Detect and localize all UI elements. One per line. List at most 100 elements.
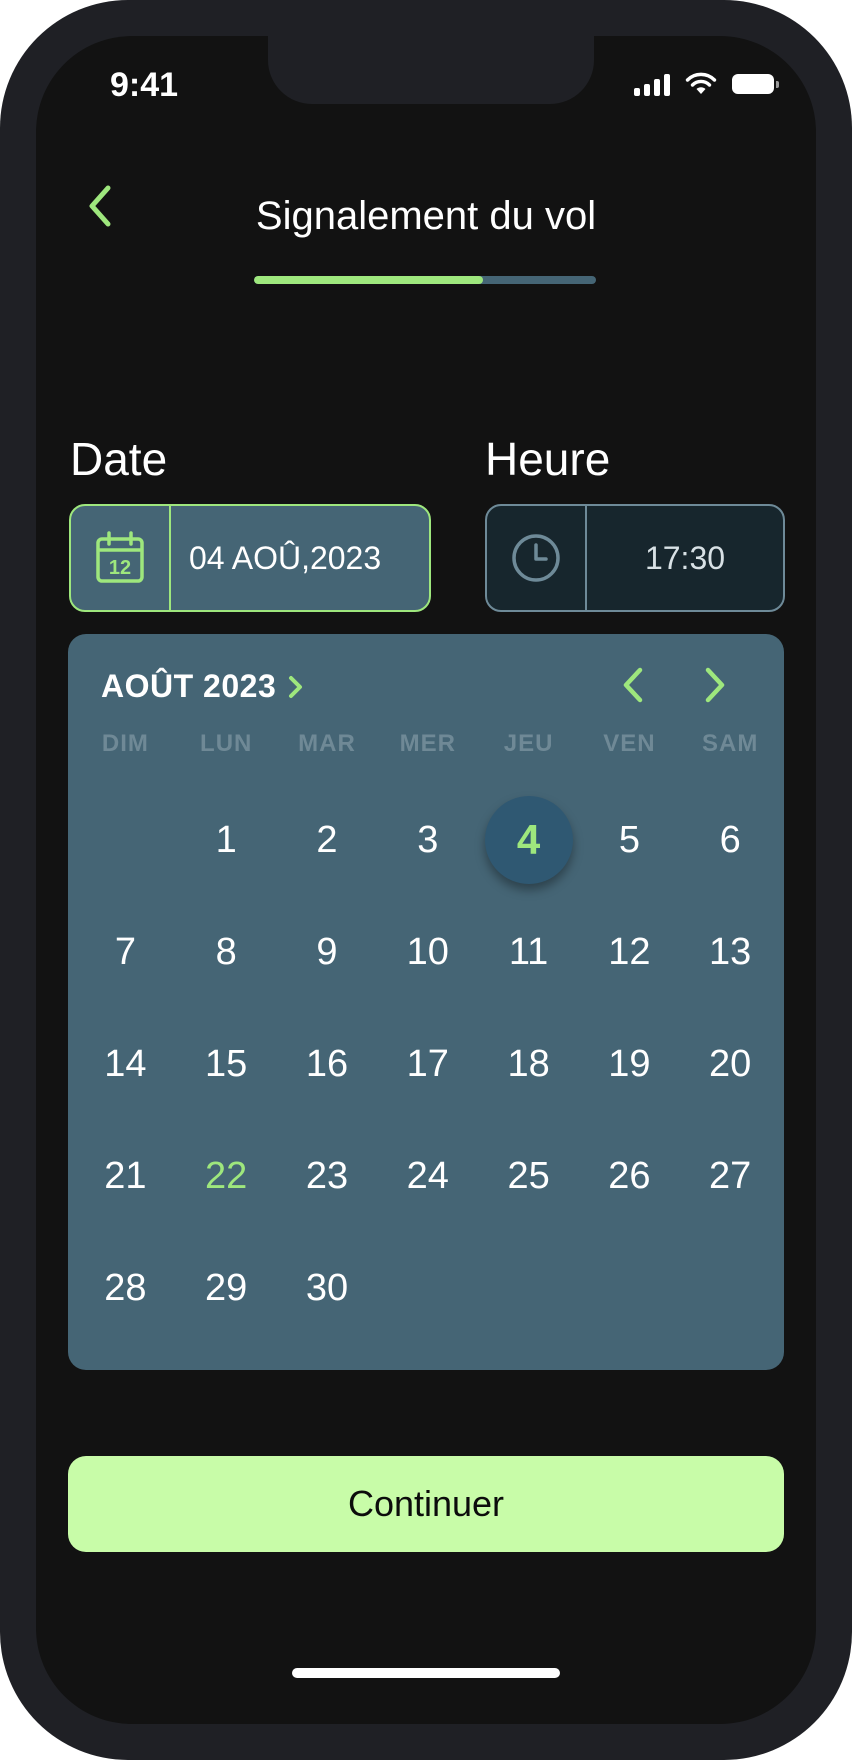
calendar-day[interactable]: 14 [75,1008,176,1120]
calendar-day-number: 13 [709,930,752,973]
calendar-day[interactable]: 26 [579,1120,680,1232]
calendar-day-number: 15 [205,1042,248,1085]
calendar-day-number: 16 [305,1042,349,1085]
calendar-day-number: 6 [719,818,741,861]
calendar-day-number: 17 [406,1042,449,1085]
calendar-day-number: 12 [608,930,651,973]
calendar-day-number: 19 [608,1042,651,1085]
calendar-day-number: 1 [215,818,237,861]
calendar-day[interactable]: 12 [579,896,680,1008]
weekday-label: VEN [603,730,656,757]
calendar-day[interactable]: 21 [75,1120,176,1232]
date-field[interactable]: 12 04 AOÛ,2023 [69,504,431,612]
previous-month-button[interactable] [614,662,654,708]
calendar-day[interactable]: 2 [277,784,378,896]
calendar-day-grid: 1 2 3 4 5 6 7 8 9 10 11 12 13 14 15 16 17 18 19 20 21 22 23 24 2… [75,784,781,1344]
status-time: 9:41 [110,66,179,104]
calendar-day-number: 8 [215,930,237,973]
weekday-label: SAM [702,730,759,757]
page-title: Signalement du vol [255,194,597,238]
calendar-day[interactable]: 1 [176,784,277,896]
chevron-right-icon [289,675,303,698]
weekday-label: DIM [101,730,149,757]
calendar-panel: AOÛT 2023 DIM LUN MAR MER JEU VEN SAM 12345678… [68,634,784,1370]
time-field-icon-box [487,506,587,610]
calendar-day[interactable]: 15 [176,1008,277,1120]
step-progress-bar [254,276,596,284]
calendar-day-number: 4 [516,816,541,863]
calendar-day[interactable]: 29 [176,1232,277,1344]
calendar-day[interactable]: 5 [579,784,680,896]
chevron-left-icon [623,667,643,703]
calendar-day[interactable]: 28 [75,1232,176,1344]
cellular-signal-icon [634,72,670,96]
calendar-day-number: 9 [316,930,338,973]
continue-button[interactable]: Continuer [68,1456,784,1552]
calendar-day-number: 18 [507,1042,550,1085]
calendar-day-number: 22 [205,1154,248,1197]
status-icons [634,72,779,96]
calendar-day[interactable]: 13 [680,896,781,1008]
calendar-day-number: 29 [205,1266,248,1309]
calendar-day-number: 28 [104,1266,147,1309]
calendar-day[interactable]: 19 [579,1008,680,1120]
device-notch [268,36,594,104]
date-label: Date [70,433,168,485]
calendar-day[interactable]: 25 [478,1120,579,1232]
svg-text:12: 12 [109,557,131,579]
calendar-day[interactable]: 11 [478,896,579,1008]
chevron-right-icon [705,667,725,703]
calendar-day-number: 21 [104,1154,147,1197]
calendar-empty-cell [75,784,176,896]
calendar-day-selected[interactable]: 4 [478,784,579,896]
calendar-day-number: 20 [709,1042,752,1085]
calendar-day[interactable]: 23 [277,1120,378,1232]
calendar-day-number: 24 [406,1154,449,1197]
calendar-day-number: 2 [316,818,338,861]
calendar-day[interactable]: 16 [277,1008,378,1120]
calendar-day[interactable]: 9 [277,896,378,1008]
calendar-day-number: 11 [508,930,549,973]
calendar-day-number: 30 [305,1266,349,1309]
calendar-day-number: 7 [114,930,136,973]
date-value: 04 AOÛ,2023 [189,539,382,576]
date-field-icon-box: 12 [71,506,171,610]
calendar-day[interactable]: 8 [176,896,277,1008]
calendar-day-number: 25 [507,1154,550,1197]
calendar-day-number: 27 [709,1154,752,1197]
weekday-label: MAR [298,730,356,757]
calendar-day-number: 10 [406,930,449,973]
calendar-day[interactable]: 7 [75,896,176,1008]
phone-frame: 9:41 Signalement du vol Date Heure 12 04… [0,0,852,1760]
calendar-day-today[interactable]: 22 [176,1120,277,1232]
calendar-day-number: 5 [618,818,640,861]
calendar-day-number: 14 [104,1042,147,1085]
calendar-day[interactable]: 10 [377,896,478,1008]
time-field[interactable]: 17:30 [485,504,785,612]
step-progress-fill [254,276,484,284]
calendar-day[interactable]: 27 [680,1120,781,1232]
calendar-day[interactable]: 24 [377,1120,478,1232]
month-selector[interactable]: AOÛT 2023 [101,668,304,705]
weekday-label: MER [399,730,456,757]
calendar-day[interactable]: 3 [377,784,478,896]
calendar-day-number: 26 [608,1154,651,1197]
clock-icon [512,534,560,582]
app-screen: 9:41 Signalement du vol Date Heure 12 04… [36,36,816,1724]
weekday-label: JEU [503,730,554,757]
calendar-day-number: 3 [417,818,439,861]
wifi-icon [685,72,717,94]
battery-icon [732,74,779,94]
calendar-day[interactable]: 20 [680,1008,781,1120]
calendar-day[interactable]: 18 [478,1008,579,1120]
time-label: Heure [485,433,611,485]
weekday-header-row: DIM LUN MAR MER JEU VEN SAM [68,730,784,758]
weekday-label: LUN [200,730,253,757]
home-indicator [292,1668,560,1678]
calendar-day[interactable]: 6 [680,784,781,896]
next-month-button[interactable] [694,662,734,708]
month-label: AOÛT 2023 [101,668,277,704]
calendar-icon: 12 [96,531,144,583]
calendar-day[interactable]: 30 [277,1232,378,1344]
calendar-day[interactable]: 17 [377,1008,478,1120]
